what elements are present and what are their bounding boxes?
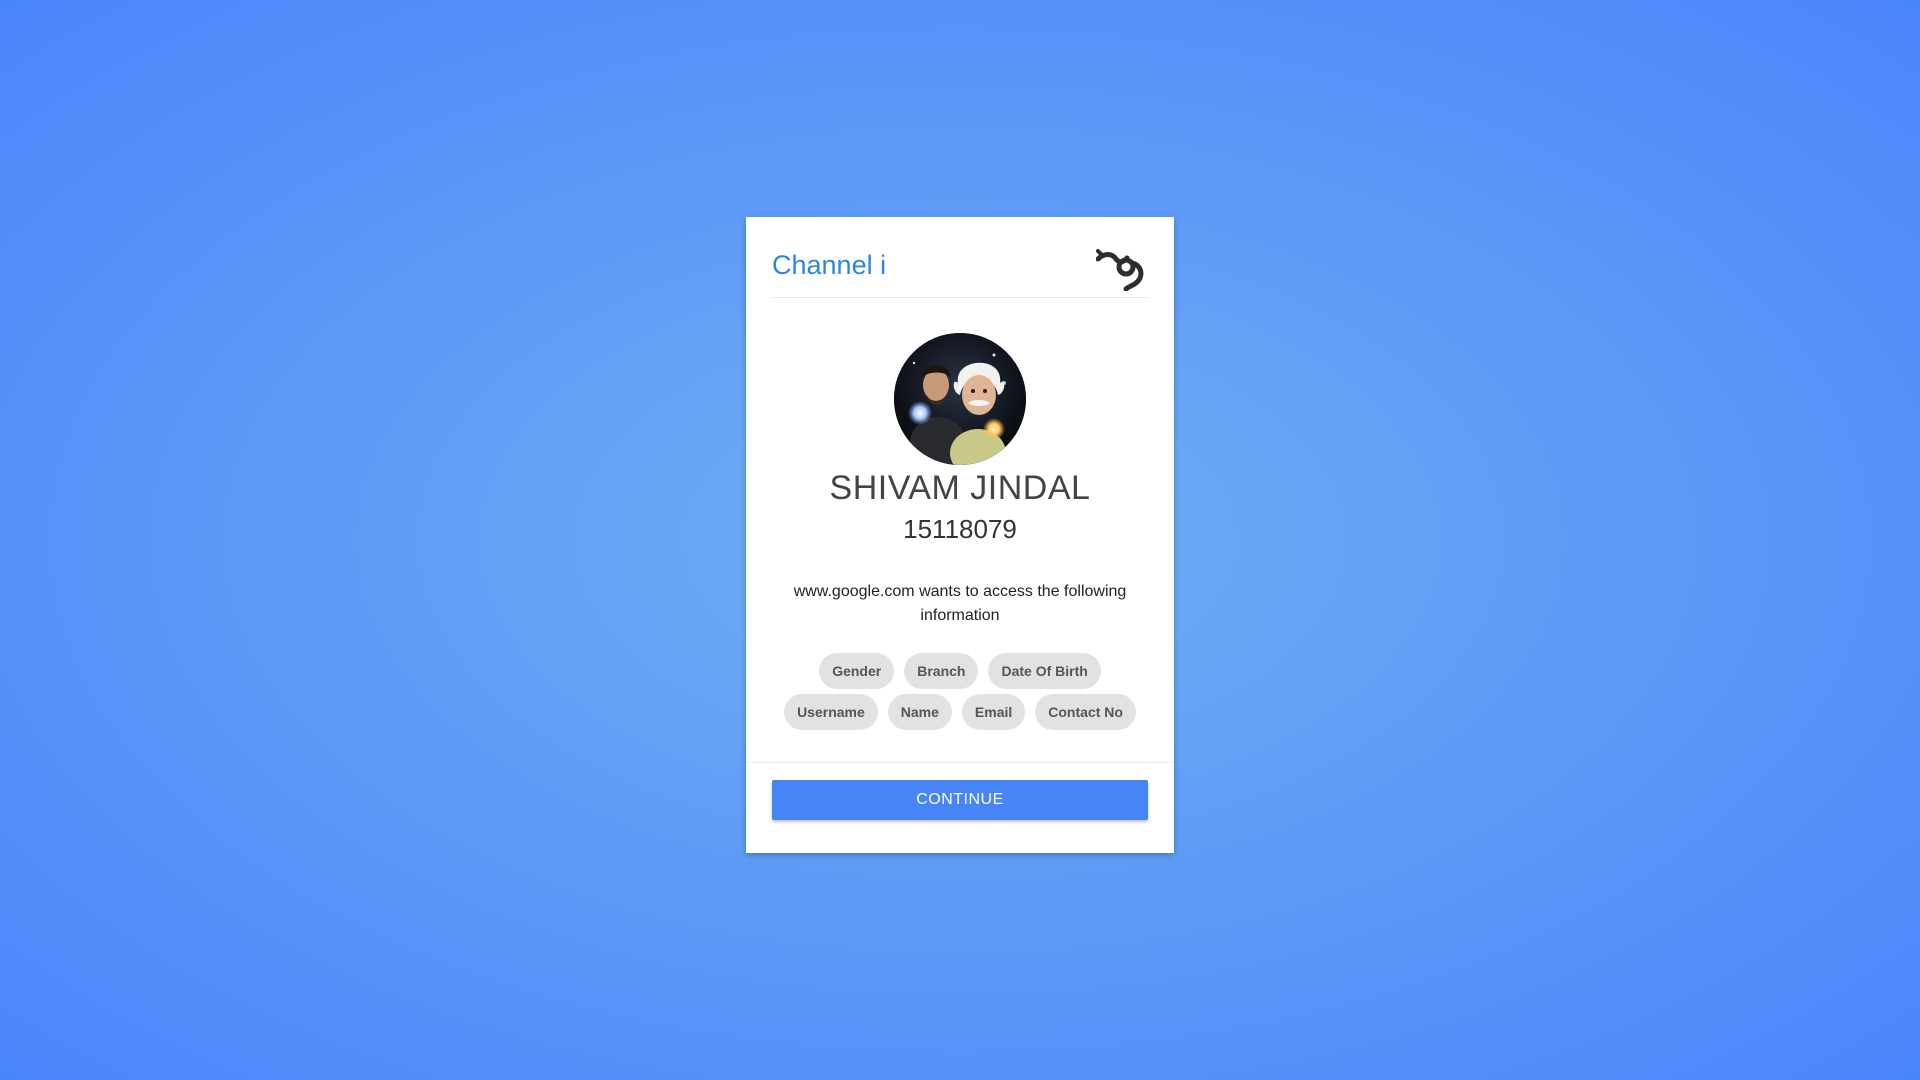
user-id: 15118079 xyxy=(903,514,1017,544)
permission-row: Username Name Email Contact No xyxy=(776,694,1144,730)
footer-divider xyxy=(746,762,1174,763)
permission-row: Gender Branch Date Of Birth xyxy=(776,653,1144,689)
user-name: SHIVAM JINDAL xyxy=(829,469,1091,507)
consent-card: Channel i SHIVAM JINDAL 15118079 www.goo… xyxy=(746,217,1174,853)
permission-chip-contact-no: Contact No xyxy=(1035,694,1136,730)
card-header: Channel i xyxy=(772,217,1148,298)
app-title: Channel i xyxy=(772,250,887,280)
permission-chip-name: Name xyxy=(887,694,952,730)
user-avatar xyxy=(894,333,1026,465)
permission-chip-username: Username xyxy=(784,694,878,730)
permission-chip-date-of-birth: Date Of Birth xyxy=(988,653,1101,689)
permission-chip-branch: Branch xyxy=(904,653,979,689)
channel-i-logo-icon xyxy=(1096,249,1144,291)
avatar-image xyxy=(894,333,1026,465)
permission-chip-gender: Gender xyxy=(819,653,895,689)
permission-chips: Gender Branch Date Of Birth Username Nam… xyxy=(776,653,1144,730)
access-request-message: www.google.com wants to access the follo… xyxy=(793,583,1127,624)
permission-chip-email: Email xyxy=(961,694,1026,730)
continue-button[interactable]: CONTINUE xyxy=(772,780,1148,820)
